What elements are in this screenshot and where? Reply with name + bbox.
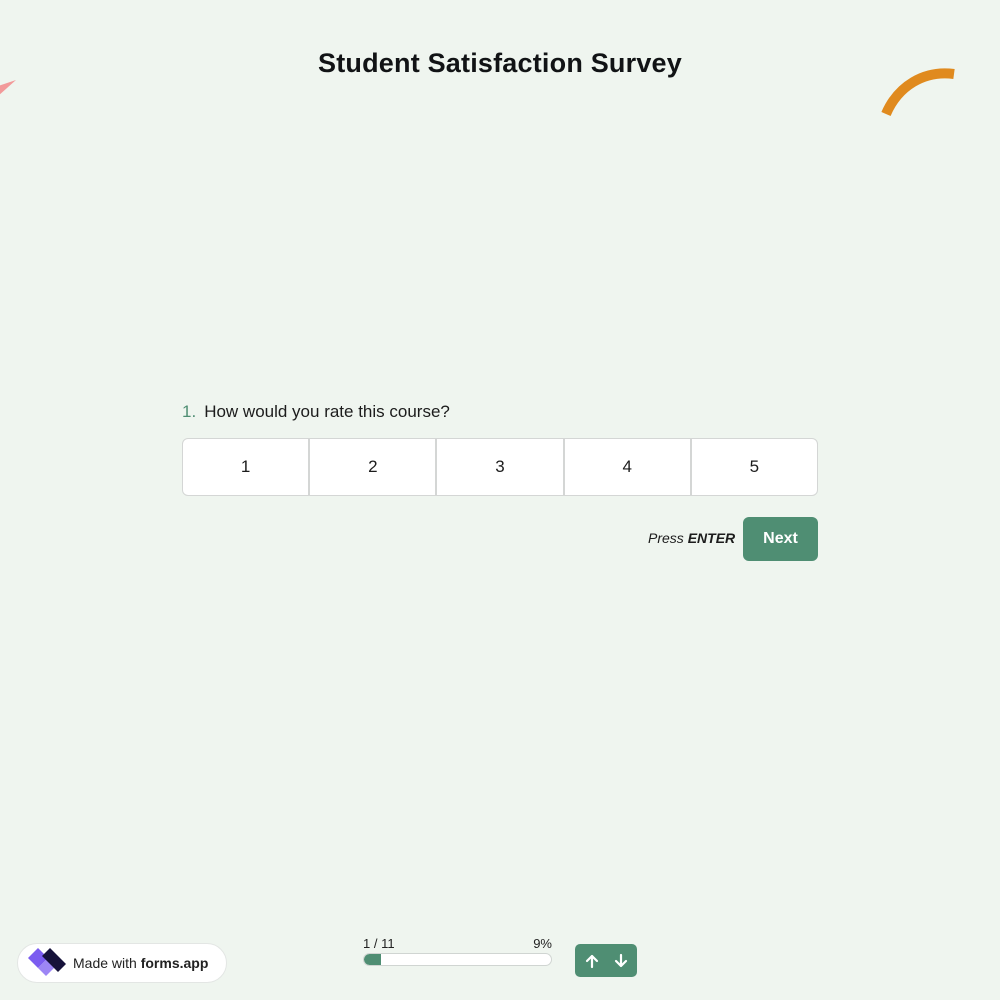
next-button[interactable]: Next xyxy=(743,517,818,561)
press-enter-hint: Press ENTER xyxy=(648,530,735,546)
question-number: 1. xyxy=(182,402,197,421)
rating-option-5[interactable]: 5 xyxy=(692,439,817,495)
branding-text: Made with forms.app xyxy=(73,955,208,971)
progress-bar xyxy=(363,953,552,966)
progress-percent: 9% xyxy=(533,936,552,951)
rating-scale: 1 2 3 4 5 xyxy=(182,438,818,496)
progress-bar-fill xyxy=(364,954,381,965)
previous-question-button[interactable] xyxy=(579,947,605,975)
survey-title: Student Satisfaction Survey xyxy=(318,48,682,78)
forms-app-logo-icon xyxy=(28,948,66,976)
decorative-pink-triangle xyxy=(0,80,16,95)
made-with-forms-app-badge[interactable]: Made with forms.app xyxy=(17,943,227,983)
arrow-down-icon xyxy=(614,953,627,967)
branding-prefix: Made with xyxy=(73,955,141,971)
progress-count: 1 / 11 xyxy=(363,936,395,951)
question-prompt: 1. How would you rate this course? xyxy=(182,402,450,422)
next-question-button[interactable] xyxy=(608,947,634,975)
question-navigation xyxy=(575,944,637,977)
rating-option-4[interactable]: 4 xyxy=(565,439,692,495)
question-text: How would you rate this course? xyxy=(204,402,450,421)
arrow-up-icon xyxy=(585,954,598,968)
press-hint-prefix: Press xyxy=(648,530,688,546)
press-hint-key: ENTER xyxy=(687,530,736,546)
rating-option-1[interactable]: 1 xyxy=(183,439,311,495)
rating-option-3[interactable]: 3 xyxy=(437,439,565,495)
rating-option-2[interactable]: 2 xyxy=(310,439,438,495)
branding-brand: forms.app xyxy=(140,955,209,971)
